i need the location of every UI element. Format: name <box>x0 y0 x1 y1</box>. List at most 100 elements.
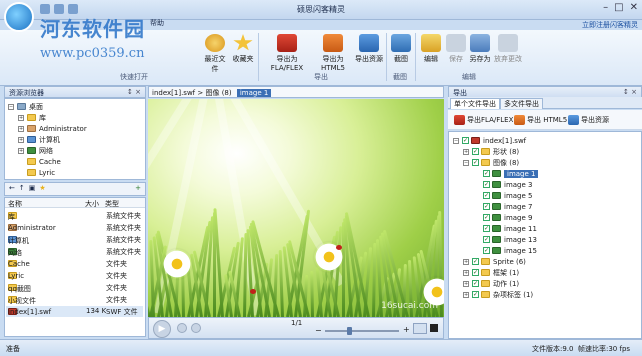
checkbox-icon[interactable]: ✓ <box>472 291 479 298</box>
list-item[interactable]: 小视文件 文件夹 <box>6 294 143 305</box>
list-item[interactable]: 计算机 系统文件夹 <box>6 234 143 245</box>
daisy-flower <box>162 249 192 279</box>
checkbox-icon[interactable]: ✓ <box>472 258 479 265</box>
export-fla-button[interactable]: 导出为FLA/FLEX <box>262 34 312 72</box>
export-tree[interactable]: − ✓ index[1].swf + ✓ 形状 (8) − ✓ 图像 (8) ✓ image … <box>448 131 642 339</box>
favorites-button[interactable]: 收藏夹 <box>230 34 256 64</box>
folder-tree[interactable]: − 桌面 + 库 + Administrator + 计算机 + 网络 Cache Lyr… <box>4 98 146 180</box>
checkbox-icon[interactable]: ✓ <box>483 192 490 199</box>
checkbox-icon[interactable]: ✓ <box>483 170 490 177</box>
play-button[interactable]: ▶ <box>153 320 171 338</box>
tree-item-lyric[interactable]: Lyric <box>27 167 55 178</box>
panel-pin-icon[interactable]: ↕ × <box>623 88 637 96</box>
tree-item-sprite[interactable]: + ✓ Sprite (6) <box>463 256 526 267</box>
column-size[interactable]: 大小 <box>85 199 99 209</box>
export-html5-button[interactable]: 导出 HTML5 <box>514 115 567 125</box>
tab-multi-file-export[interactable]: 多文件导出 <box>500 98 543 109</box>
column-name[interactable]: 名称 <box>8 199 22 209</box>
tree-item-cache[interactable]: Cache <box>27 156 61 167</box>
file-list[interactable]: 名称 大小 类型 库系统文件夹 Administrator 系统文件夹 计算机 系统… <box>4 197 146 337</box>
checkbox-icon[interactable]: ✓ <box>472 159 479 166</box>
minimize-button[interactable]: – <box>603 2 608 13</box>
list-item[interactable]: qq截图 文件夹 <box>6 282 143 293</box>
fit-screen-icon[interactable] <box>413 323 427 334</box>
recent-files-button[interactable]: 最近文件 <box>202 34 228 74</box>
tree-item-swf-root[interactable]: − ✓ index[1].swf <box>453 135 526 146</box>
tree-item-image[interactable]: ✓ image 5 <box>483 190 532 201</box>
tree-item-shapes[interactable]: + ✓ 形状 (8) <box>463 146 519 157</box>
prev-frame-button[interactable] <box>177 323 187 333</box>
tree-item-network[interactable]: + 网络 <box>18 145 53 156</box>
export-resources-button[interactable]: 导出资源 <box>354 34 384 64</box>
breadcrumb-file[interactable]: index[1].swf <box>152 89 195 97</box>
breadcrumb-item[interactable]: image 1 <box>236 89 272 97</box>
column-type[interactable]: 类型 <box>105 199 119 209</box>
app-logo-icon[interactable] <box>4 2 34 32</box>
list-item[interactable]: 网络 系统文件夹 <box>6 246 143 257</box>
zoom-slider[interactable] <box>325 330 399 332</box>
checkbox-icon[interactable]: ✓ <box>483 247 490 254</box>
list-item[interactable]: Administrator 系统文件夹 <box>6 222 143 233</box>
checkbox-icon[interactable]: ✓ <box>483 181 490 188</box>
save-as-button[interactable]: 另存为 <box>469 34 491 64</box>
tree-item-desktop[interactable]: − 桌面 <box>8 101 43 112</box>
checkbox-icon[interactable]: ✓ <box>483 225 490 232</box>
list-item[interactable]: Lyric 文件夹 <box>6 270 143 281</box>
help-menu[interactable]: 帮助 <box>150 18 164 28</box>
discard-changes-button[interactable]: 放弃更改 <box>493 34 523 64</box>
zoom-out-icon[interactable]: − <box>315 326 322 335</box>
next-frame-button[interactable] <box>191 323 201 333</box>
zoom-slider-handle[interactable] <box>347 327 352 335</box>
maximize-button[interactable]: □ <box>614 2 623 13</box>
tree-item-image[interactable]: ✓ image 15 <box>483 245 537 256</box>
tree-item-misc-tags[interactable]: + ✓ 杂项标签 (1) <box>463 289 533 300</box>
checkbox-icon[interactable]: ✓ <box>483 236 490 243</box>
checkbox-icon[interactable]: ✓ <box>472 280 479 287</box>
screenshot-button[interactable]: 截图 <box>390 34 412 64</box>
save-button[interactable]: 保存 <box>445 34 467 64</box>
register-link[interactable]: 立即注册闪客精灵 <box>582 20 638 30</box>
list-item[interactable]: Cache 文件夹 <box>6 258 143 269</box>
list-item-selected[interactable]: index[1].swf 134 K SWF 文件 <box>6 306 143 317</box>
export-fla-flex-button[interactable]: 导出FLA/FLEX <box>454 115 513 125</box>
close-button[interactable]: ✕ <box>630 2 638 13</box>
add-icon[interactable]: + <box>135 184 141 192</box>
back-icon[interactable]: ← <box>9 184 15 192</box>
list-item[interactable]: 库系统文件夹 <box>6 210 143 221</box>
checkbox-icon[interactable]: ✓ <box>472 269 479 276</box>
checkbox-icon[interactable]: ✓ <box>472 148 479 155</box>
background-color-icon[interactable] <box>430 324 438 332</box>
export-resources-button[interactable]: 导出资源 <box>568 115 609 125</box>
tree-item-computer[interactable]: + 计算机 <box>18 134 60 145</box>
panel-pin-icon[interactable]: ↕ × <box>127 88 141 96</box>
html5-icon <box>323 34 343 52</box>
checkbox-icon[interactable]: ✓ <box>483 203 490 210</box>
view-icon[interactable]: ▣ <box>29 184 36 192</box>
export-html5-button[interactable]: 导出为HTML5 <box>312 34 354 72</box>
favorite-star-icon[interactable]: ★ <box>39 184 45 192</box>
image-icon <box>492 225 501 232</box>
file-version: 文件版本:9.0 <box>532 345 574 353</box>
tree-item-image[interactable]: ✓ image 13 <box>483 234 537 245</box>
tree-item-frames[interactable]: + ✓ 框架 (1) <box>463 267 519 278</box>
up-icon[interactable]: ↑ <box>19 184 25 192</box>
tree-item-image[interactable]: ✓ image 7 <box>483 201 532 212</box>
tree-item-administrator[interactable]: + Administrator <box>18 123 87 134</box>
page-indicator: 1/1 <box>291 319 303 327</box>
tree-item-image-selected[interactable]: ✓ image 1 <box>483 168 539 179</box>
status-text: 准备 <box>6 345 20 353</box>
edit-button[interactable]: 编辑 <box>420 34 442 64</box>
tree-item-actions[interactable]: + ✓ 动作 (1) <box>463 278 519 289</box>
breadcrumb-section[interactable]: 图像 (8) <box>205 89 231 97</box>
folder-icon <box>481 258 490 265</box>
tree-item-images[interactable]: − ✓ 图像 (8) <box>463 157 519 168</box>
file-list-header: 名称 大小 类型 <box>5 198 145 208</box>
checkbox-icon[interactable]: ✓ <box>462 137 469 144</box>
tree-item-image[interactable]: ✓ image 9 <box>483 212 532 223</box>
tree-item-image[interactable]: ✓ image 3 <box>483 179 532 190</box>
zoom-in-icon[interactable]: + <box>403 325 410 334</box>
tab-single-file-export[interactable]: 单个文件导出 <box>450 98 500 109</box>
checkbox-icon[interactable]: ✓ <box>483 214 490 221</box>
tree-item-library[interactable]: + 库 <box>18 112 46 123</box>
tree-item-image[interactable]: ✓ image 11 <box>483 223 537 234</box>
